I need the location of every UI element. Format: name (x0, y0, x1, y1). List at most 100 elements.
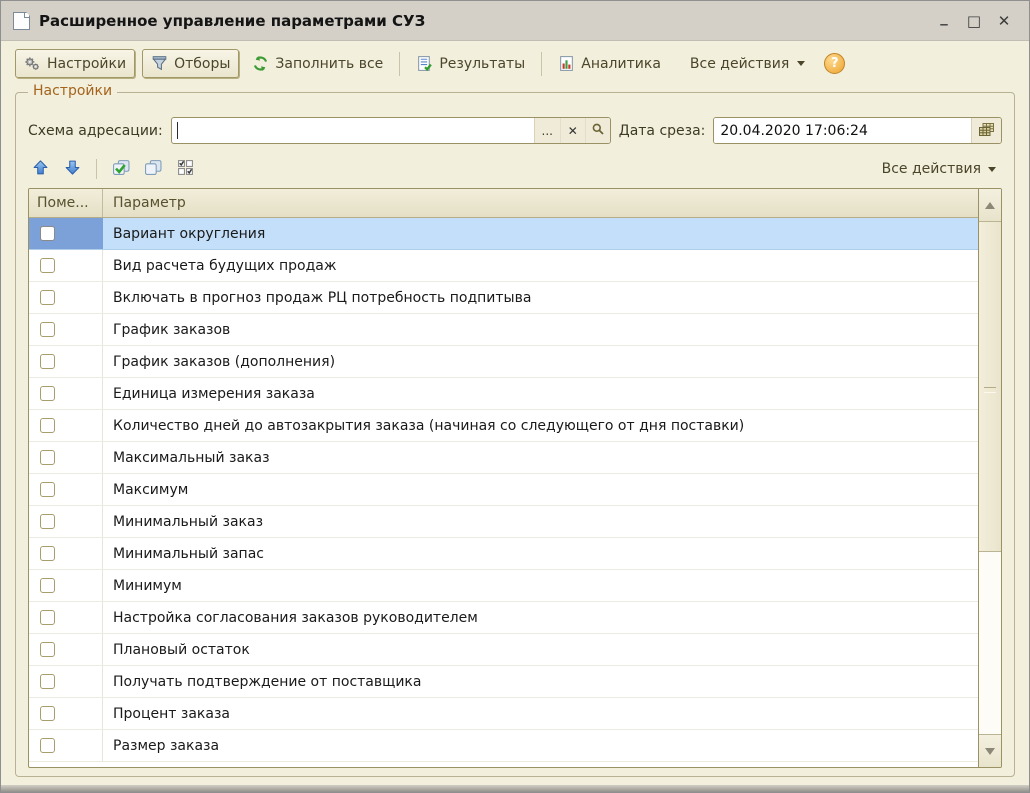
row-checkbox[interactable] (40, 290, 55, 305)
table-row[interactable]: Настройка согласования заказов руководит… (29, 602, 978, 634)
table-row[interactable]: Плановый остаток (29, 634, 978, 666)
row-checkbox[interactable] (40, 418, 55, 433)
filters-button[interactable]: Отборы (142, 49, 239, 78)
list-all-actions-button[interactable]: Все действия (882, 161, 1002, 177)
settings-button[interactable]: Настройки (15, 49, 135, 78)
row-mark-cell (29, 250, 103, 281)
row-parameter-label: Максимум (103, 474, 978, 505)
maximize-button[interactable]: □ (961, 8, 987, 34)
invert-checks-icon (177, 159, 194, 180)
table-row[interactable]: Минимум (29, 570, 978, 602)
minimize-button[interactable]: _ (931, 8, 957, 34)
row-mark-cell (29, 314, 103, 345)
column-header-parameter[interactable]: Параметр (103, 189, 978, 217)
list-toolbar: Все действия (28, 158, 1002, 180)
table-row[interactable]: Процент заказа (29, 698, 978, 730)
row-mark-cell (29, 698, 103, 729)
toolbar-separator (96, 159, 97, 179)
row-checkbox[interactable] (40, 578, 55, 593)
table-row[interactable]: Вид расчета будущих продаж (29, 250, 978, 282)
row-checkbox[interactable] (40, 546, 55, 561)
row-parameter-label: Количество дней до автозакрытия заказа (… (103, 410, 978, 441)
table-row[interactable]: Максимальный заказ (29, 442, 978, 474)
results-button[interactable]: Результаты (410, 50, 531, 77)
uncheck-all-icon (143, 159, 163, 180)
help-button[interactable]: ? (824, 53, 845, 74)
row-parameter-label: Минимальный запас (103, 538, 978, 569)
table-row[interactable]: График заказов (29, 314, 978, 346)
row-checkbox[interactable] (40, 514, 55, 529)
table-row[interactable]: График заказов (дополнения) (29, 346, 978, 378)
scrollbar-track[interactable] (979, 552, 1001, 734)
column-header-mark[interactable]: Поме... (29, 189, 103, 217)
row-checkbox[interactable] (40, 706, 55, 721)
row-checkbox[interactable] (40, 738, 55, 753)
move-up-button[interactable] (28, 158, 52, 180)
row-parameter-label: Минимум (103, 570, 978, 601)
row-parameter-label: Получать подтверждение от поставщика (103, 666, 978, 697)
invert-checks-button[interactable] (173, 158, 197, 180)
scroll-down-button[interactable] (979, 734, 1001, 767)
row-checkbox[interactable] (40, 674, 55, 689)
scheme-clear-button[interactable]: ✕ (560, 118, 585, 143)
table-row[interactable]: Получать подтверждение от поставщика (29, 666, 978, 698)
row-mark-cell (29, 442, 103, 473)
table-body: Вариант округленияВид расчета будущих пр… (29, 218, 978, 767)
row-mark-cell (29, 538, 103, 569)
triangle-down-icon (985, 748, 995, 755)
row-checkbox[interactable] (40, 482, 55, 497)
scheme-select-button[interactable]: ... (535, 118, 560, 143)
move-down-button[interactable] (60, 158, 84, 180)
table-row[interactable]: Включать в прогноз продаж РЦ потребность… (29, 282, 978, 314)
fields-row: Схема адресации: ... ✕ (28, 117, 1002, 144)
row-mark-cell (29, 410, 103, 441)
vertical-scrollbar[interactable] (978, 189, 1001, 767)
table-row[interactable]: Минимальный заказ (29, 506, 978, 538)
table-row[interactable]: Единица измерения заказа (29, 378, 978, 410)
row-checkbox[interactable] (40, 354, 55, 369)
app-window: Расширенное управление параметрами СУЗ _… (0, 0, 1030, 793)
funnel-icon (151, 55, 168, 72)
table-row[interactable]: Максимум (29, 474, 978, 506)
scheme-field-buttons: ... ✕ (534, 118, 610, 143)
calendar-grid-icon (978, 122, 995, 140)
analytics-button[interactable]: Аналитика (552, 50, 667, 77)
row-checkbox[interactable] (40, 450, 55, 465)
client-area: Настройки Отборы (1, 41, 1029, 785)
date-picker-button[interactable] (972, 118, 1001, 143)
settings-groupbox: Настройки Схема адресации: ... ✕ (15, 92, 1015, 777)
all-actions-button[interactable]: Все действия (684, 51, 811, 77)
fill-all-button[interactable]: Заполнить все (246, 50, 389, 77)
window-title: Расширенное управление параметрами СУЗ (39, 12, 922, 30)
date-slice-input[interactable] (714, 118, 971, 143)
row-checkbox[interactable] (40, 642, 55, 657)
gears-icon (24, 55, 41, 72)
addressing-scheme-input[interactable] (178, 118, 534, 143)
addressing-scheme-field: ... ✕ (171, 117, 611, 144)
close-icon: ✕ (998, 12, 1011, 30)
close-button[interactable]: ✕ (991, 8, 1017, 34)
refresh-icon (252, 55, 269, 72)
row-mark-cell (29, 218, 103, 249)
table-row[interactable]: Количество дней до автозакрытия заказа (… (29, 410, 978, 442)
table-row[interactable]: Размер заказа (29, 730, 978, 762)
scheme-open-button[interactable] (585, 118, 610, 143)
check-all-button[interactable] (109, 158, 133, 180)
magnifier-icon (591, 122, 605, 139)
addressing-scheme-label: Схема адресации: (28, 123, 163, 139)
row-checkbox[interactable] (40, 386, 55, 401)
row-checkbox[interactable] (40, 322, 55, 337)
minimize-icon: _ (940, 8, 948, 26)
table-row[interactable]: Минимальный запас (29, 538, 978, 570)
uncheck-all-button[interactable] (141, 158, 165, 180)
chevron-down-icon (988, 167, 996, 172)
date-slice-field (713, 117, 1002, 144)
row-checkbox[interactable] (40, 226, 55, 241)
row-checkbox[interactable] (40, 610, 55, 625)
scroll-up-button[interactable] (979, 189, 1001, 222)
document-icon (13, 12, 30, 30)
row-parameter-label: Вариант округления (103, 218, 978, 249)
row-checkbox[interactable] (40, 258, 55, 273)
table-row[interactable]: Вариант округления (29, 218, 978, 250)
scrollbar-thumb[interactable] (979, 222, 1001, 552)
